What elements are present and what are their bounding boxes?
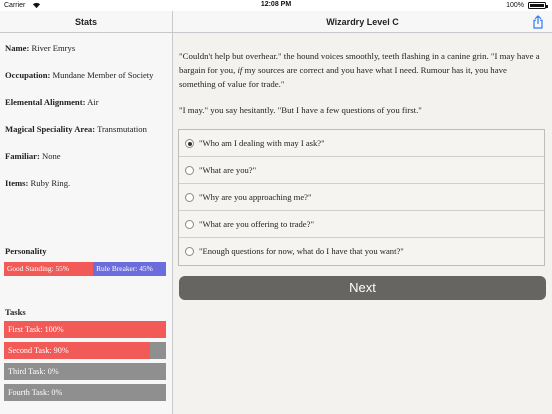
field-value: Mundane Member of Society bbox=[52, 70, 154, 80]
task-progress-bar: Second Task: 90% bbox=[4, 342, 166, 359]
choice-option[interactable]: "Why are you approaching me?" bbox=[179, 184, 544, 211]
tasks-heading: Tasks bbox=[5, 307, 26, 317]
choice-label: "Who am I dealing with may I ask?" bbox=[199, 138, 325, 148]
story-paragraph: "I may." you say hesitantly. "But I have… bbox=[179, 105, 422, 115]
task-label: Third Task: 0% bbox=[8, 367, 59, 376]
clock: 12:08 PM bbox=[260, 1, 292, 8]
choice-label: "Why are you approaching me?" bbox=[199, 192, 312, 202]
rule-breaker-segment: Rule Breaker: 45% bbox=[93, 262, 166, 276]
field-value: None bbox=[42, 151, 61, 161]
radio-icon[interactable] bbox=[185, 220, 194, 229]
story-paragraph: "Couldn't help but overhear." the hound … bbox=[179, 49, 545, 91]
field-label: Name: bbox=[5, 43, 30, 53]
radio-icon[interactable] bbox=[185, 166, 194, 175]
next-button[interactable]: Next bbox=[179, 276, 546, 300]
share-icon[interactable] bbox=[531, 15, 545, 29]
field-label: Familiar: bbox=[5, 151, 40, 161]
field-value: Air bbox=[87, 97, 99, 107]
task-label: First Task: 100% bbox=[8, 325, 64, 334]
task-progress-bar: Fourth Task: 0% bbox=[4, 384, 166, 401]
choice-list: "Who am I dealing with may I ask?" "What… bbox=[178, 129, 545, 266]
choice-option[interactable]: "Enough questions for now, what do I hav… bbox=[179, 238, 544, 265]
choice-option[interactable]: "Who am I dealing with may I ask?" bbox=[179, 130, 544, 157]
task-label: Fourth Task: 0% bbox=[8, 388, 63, 397]
choice-option[interactable]: "What are you?" bbox=[179, 157, 544, 184]
level-title-text: Wizardry Level C bbox=[326, 17, 399, 27]
personality-bar: Good Standing: 55% Rule Breaker: 45% bbox=[4, 262, 166, 276]
battery-icon bbox=[528, 2, 548, 9]
stats-title: Stats bbox=[0, 11, 172, 33]
task-progress-bar: First Task: 100% bbox=[4, 321, 166, 338]
stats-panel: Stats Name: River Emrys Occupation: Mund… bbox=[0, 11, 173, 414]
radio-icon[interactable] bbox=[185, 247, 194, 256]
story-text: "Couldn't help but overhear." the hound … bbox=[179, 49, 545, 129]
choice-label: "What are you?" bbox=[199, 165, 257, 175]
radio-icon[interactable] bbox=[185, 139, 194, 148]
field-value: Transmutation bbox=[97, 124, 147, 134]
field-elemental-alignment: Elemental Alignment: Air bbox=[5, 96, 170, 109]
field-items: Items: Ruby Ring. bbox=[5, 177, 170, 190]
field-occupation: Occupation: Mundane Member of Society bbox=[5, 69, 170, 82]
field-value: River Emrys bbox=[31, 43, 76, 53]
field-label: Elemental Alignment: bbox=[5, 97, 86, 107]
good-standing-segment: Good Standing: 55% bbox=[4, 262, 94, 276]
field-magical-speciality: Magical Speciality Area: Transmutation bbox=[5, 123, 170, 136]
task-label: Second Task: 90% bbox=[8, 346, 69, 355]
radio-icon[interactable] bbox=[185, 193, 194, 202]
field-label: Items: bbox=[5, 178, 29, 188]
battery-percent: 100% bbox=[506, 2, 524, 9]
field-value: Ruby Ring. bbox=[30, 178, 71, 188]
story-panel: Wizardry Level C "Couldn't help but over… bbox=[173, 11, 552, 414]
task-progress-bar: Third Task: 0% bbox=[4, 363, 166, 380]
stats-fields: Name: River Emrys Occupation: Mundane Me… bbox=[5, 42, 170, 204]
choice-label: "Enough questions for now, what do I hav… bbox=[199, 246, 404, 256]
field-label: Magical Speciality Area: bbox=[5, 124, 96, 134]
level-title: Wizardry Level C bbox=[173, 11, 552, 33]
field-familiar: Familiar: None bbox=[5, 150, 170, 163]
field-name: Name: River Emrys bbox=[5, 42, 170, 55]
choice-option[interactable]: "What are you offering to trade?" bbox=[179, 211, 544, 238]
status-bar: Carrier 12:08 PM 100% bbox=[0, 0, 552, 11]
choice-label: "What are you offering to trade?" bbox=[199, 219, 314, 229]
personality-heading: Personality bbox=[5, 246, 47, 256]
field-label: Occupation: bbox=[5, 70, 51, 80]
